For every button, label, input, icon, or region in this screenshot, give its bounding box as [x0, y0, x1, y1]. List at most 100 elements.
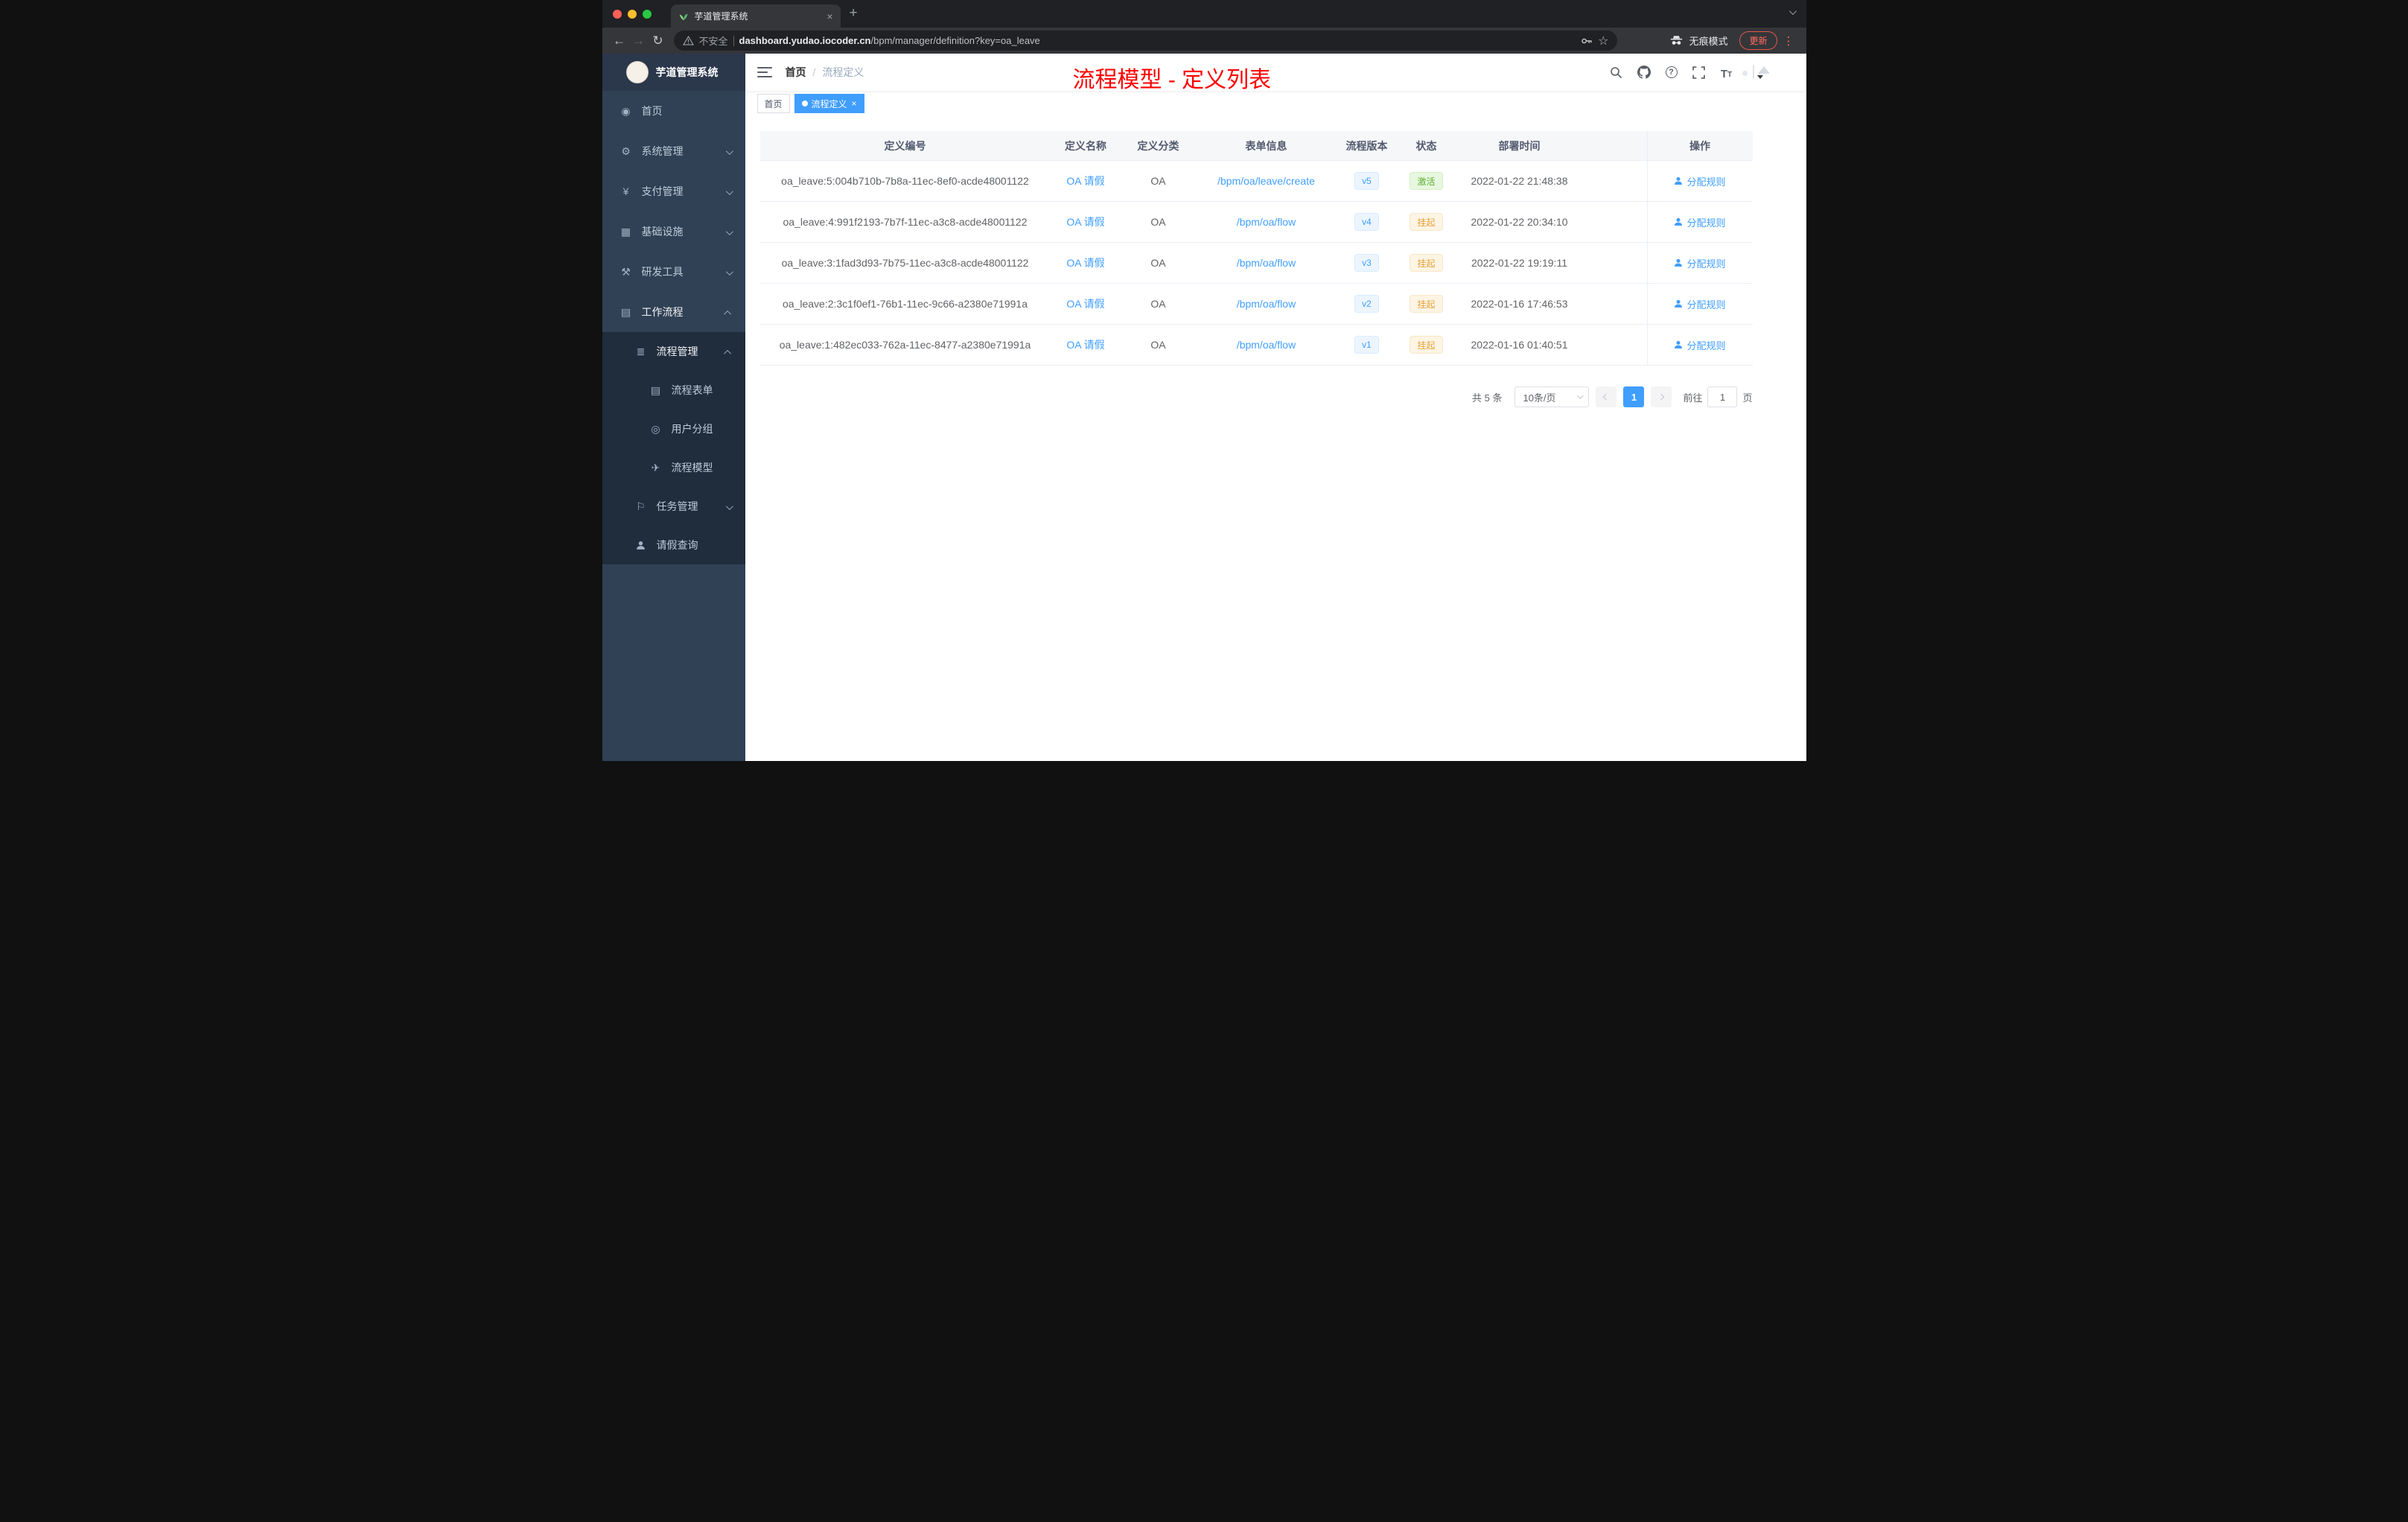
definition-id: oa_leave:4:991f2193-7b7f-11ec-a3c8-acde4…: [783, 216, 1028, 228]
incognito-icon: [1671, 36, 1683, 45]
user-avatar-menu[interactable]: [1752, 65, 1763, 79]
sidebar-item-payment-management[interactable]: ¥ 支付管理: [602, 171, 745, 211]
form-link[interactable]: /bpm/oa/flow: [1237, 257, 1296, 269]
new-tab-button[interactable]: +: [850, 5, 858, 22]
column-header: 部署时间: [1498, 139, 1541, 152]
logo-title: 芋道管理系统: [655, 66, 719, 78]
column-header: 定义编号: [884, 139, 926, 152]
sidebar-item-system-management[interactable]: ⚙ 系统管理: [602, 131, 745, 171]
user-icon: [632, 541, 650, 550]
sidebar-item-leave-query[interactable]: 请假查询: [602, 526, 745, 564]
form-link[interactable]: /bpm/oa/flow: [1237, 339, 1296, 351]
tag-process-definition[interactable]: 流程定义 ×: [794, 94, 864, 113]
forward-button[interactable]: →: [629, 34, 649, 48]
sidebar-item-infrastructure[interactable]: ▦ 基础设施: [602, 211, 745, 252]
window-zoom-button[interactable]: [642, 10, 652, 19]
definition-category: OA: [1150, 339, 1166, 351]
search-icon[interactable]: [1609, 65, 1624, 80]
window-minimize-button[interactable]: [627, 10, 637, 19]
browser-toolbar: ← → ↻ 不安全 dashboard.yudao.iocoder.cn/bpm…: [602, 28, 1806, 54]
tab-search-chevron-icon[interactable]: [1789, 5, 1797, 19]
prev-page-button[interactable]: [1596, 386, 1617, 407]
assign-rule-link[interactable]: 分配规则: [1674, 338, 1726, 352]
goto-page-input[interactable]: [1707, 386, 1738, 407]
user-icon: [1675, 217, 1683, 226]
chevron-down-icon: [725, 145, 733, 157]
assign-rule-link[interactable]: 分配规则: [1674, 215, 1726, 229]
sidebar-item-process-model[interactable]: ✈ 流程模型: [602, 448, 745, 487]
help-icon[interactable]: ?: [1664, 65, 1679, 80]
assign-rule-link[interactable]: 分配规则: [1674, 256, 1726, 270]
sidebar-item-label: 流程表单: [671, 384, 713, 396]
breadcrumb-home[interactable]: 首页: [786, 65, 806, 80]
version-badge: v2: [1354, 295, 1379, 313]
user-icon: [1675, 299, 1683, 308]
reload-button[interactable]: ↻: [649, 34, 668, 48]
tag-home[interactable]: 首页: [757, 94, 790, 113]
status-badge: 激活: [1410, 172, 1443, 190]
version-badge: v1: [1354, 336, 1379, 354]
workflow-icon: ▤: [620, 305, 631, 318]
sidebar-item-dev-tools[interactable]: ⚒ 研发工具: [602, 252, 745, 292]
version-badge: v4: [1354, 213, 1379, 231]
definition-name-link[interactable]: OA 请假: [1066, 255, 1104, 270]
definition-name-link[interactable]: OA 请假: [1066, 337, 1104, 352]
bookmark-star-icon[interactable]: ☆: [1598, 34, 1608, 48]
chevron-up-icon: [723, 306, 731, 318]
chevron-down-icon: [1577, 392, 1584, 399]
github-icon[interactable]: [1637, 65, 1651, 80]
browser-menu-icon[interactable]: ⋮: [1783, 34, 1794, 48]
sidebar-collapse-icon[interactable]: [757, 67, 772, 77]
chrome-update-button[interactable]: 更新: [1739, 31, 1777, 50]
sidebar-logo[interactable]: 芋道管理系统: [602, 54, 745, 91]
definition-category: OA: [1150, 175, 1166, 187]
definition-id: oa_leave:2:3c1f0ef1-76b1-11ec-9c66-a2380…: [782, 298, 1028, 310]
user-group-icon: ◎: [651, 422, 660, 435]
address-bar[interactable]: 不安全 dashboard.yudao.iocoder.cn/bpm/manag…: [673, 31, 1618, 51]
sidebar-item-workflow[interactable]: ▤ 工作流程: [602, 292, 745, 332]
password-key-icon[interactable]: [1581, 35, 1593, 47]
devtools-icon: ⚒: [621, 265, 631, 278]
definition-id: oa_leave:3:1fad3d93-7b75-11ec-a3c8-acde4…: [781, 257, 1029, 269]
browser-window: 芋道管理系统 × + ← → ↻ 不安全 dashboard.yudao.ioc…: [602, 0, 1806, 761]
page-number-button[interactable]: 1: [1623, 386, 1645, 407]
window-close-button[interactable]: [612, 10, 622, 19]
back-button[interactable]: ←: [610, 34, 629, 48]
sidebar-item-home[interactable]: ◉ 首页: [602, 91, 745, 131]
active-tag-dot-icon: [801, 101, 808, 106]
form-link[interactable]: /bpm/oa/leave/create: [1217, 175, 1315, 187]
security-label[interactable]: 不安全: [699, 34, 728, 48]
sidebar: 芋道管理系统 ◉ 首页 ⚙ 系统管理 ¥ 支付管理 ▦ 基础设施 ⚒ 研发工具 …: [602, 54, 745, 761]
next-page-button[interactable]: [1651, 386, 1672, 407]
table-row: oa_leave:2:3c1f0ef1-76b1-11ec-9c66-a2380…: [759, 284, 1753, 325]
deploy-time: 2022-01-16 01:40:51: [1471, 339, 1568, 351]
assign-rule-link[interactable]: 分配规则: [1674, 174, 1726, 188]
version-badge: v5: [1354, 172, 1379, 190]
sidebar-item-process-management[interactable]: ≣ 流程管理: [602, 332, 745, 371]
sidebar-item-label: 流程模型: [671, 462, 713, 474]
sidebar-item-label: 基础设施: [641, 226, 684, 238]
definition-name-link[interactable]: OA 请假: [1066, 296, 1104, 311]
sidebar-item-label: 研发工具: [641, 266, 684, 278]
sidebar-item-task-management[interactable]: ⚐ 任务管理: [602, 487, 745, 526]
assign-rule-link[interactable]: 分配规则: [1674, 297, 1726, 311]
sidebar-item-process-form[interactable]: ▤ 流程表单: [602, 371, 745, 410]
browser-tab[interactable]: 芋道管理系统 ×: [670, 4, 841, 28]
tab-title: 芋道管理系统: [694, 11, 748, 22]
page-size-select[interactable]: 10条/页: [1514, 386, 1590, 407]
sidebar-item-label: 工作流程: [641, 306, 684, 318]
tag-close-icon[interactable]: ×: [852, 99, 857, 108]
table-header-row: 定义编号 定义名称 定义分类 表单信息 流程版本 状态 部署时间 操作: [759, 131, 1753, 161]
fullscreen-icon[interactable]: [1692, 65, 1707, 80]
form-link[interactable]: /bpm/oa/flow: [1237, 216, 1296, 228]
definition-name-link[interactable]: OA 请假: [1066, 173, 1104, 188]
sidebar-item-user-group[interactable]: ◎ 用户分组: [602, 410, 745, 448]
definition-name-link[interactable]: OA 请假: [1066, 214, 1104, 229]
column-header: 状态: [1415, 139, 1437, 152]
url-divider: [733, 35, 734, 46]
font-size-icon[interactable]: TT: [1719, 65, 1734, 80]
tags-view: 首页 流程定义 ×: [745, 91, 1806, 116]
definition-category: OA: [1150, 298, 1166, 310]
tab-close-icon[interactable]: ×: [826, 11, 832, 22]
form-link[interactable]: /bpm/oa/flow: [1237, 298, 1296, 310]
